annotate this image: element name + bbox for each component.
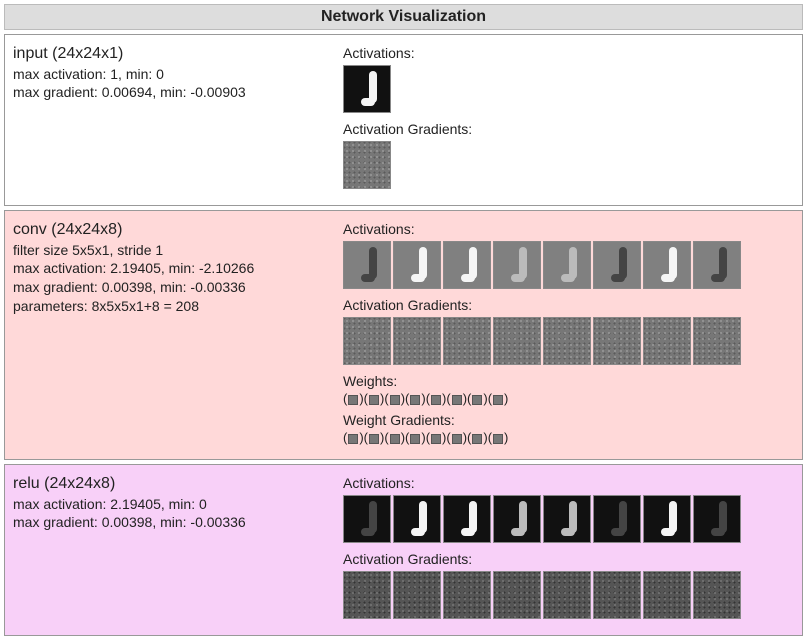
activation-thumb[interactable] [543, 241, 591, 289]
layer-conv: conv (24x24x8) filter size 5x5x1, stride… [4, 210, 803, 460]
weight-chip[interactable] [410, 395, 420, 405]
weight-chip[interactable] [431, 395, 441, 405]
layer-conv-title: conv (24x24x8) [13, 219, 333, 241]
weight-chip[interactable] [472, 395, 482, 405]
layer-input: input (24x24x1) max activation: 1, min: … [4, 34, 803, 206]
gradient-thumb[interactable] [593, 317, 641, 365]
weights-label: Weights: [343, 373, 794, 389]
gradient-thumb[interactable] [343, 317, 391, 365]
layer-relu-info: relu (24x24x8) max activation: 2.19405, … [13, 473, 333, 627]
relu-activations-row [343, 495, 794, 543]
gradient-thumb[interactable] [343, 141, 391, 189]
activations-label: Activations: [343, 45, 794, 61]
activation-gradients-label: Activation Gradients: [343, 297, 794, 313]
layer-relu-activation-range: max activation: 2.19405, min: 0 [13, 495, 333, 514]
activation-thumb[interactable] [693, 241, 741, 289]
layer-conv-activation-range: max activation: 2.19405, min: -2.10266 [13, 259, 333, 278]
activations-label: Activations: [343, 221, 794, 237]
gradient-thumb[interactable] [343, 571, 391, 619]
layer-input-title: input (24x24x1) [13, 43, 333, 65]
layer-relu-gradient-range: max gradient: 0.00398, min: -0.00336 [13, 513, 333, 532]
weight-grad-chip[interactable] [431, 434, 441, 444]
layer-conv-filter: filter size 5x5x1, stride 1 [13, 241, 333, 260]
gradient-thumb[interactable] [693, 571, 741, 619]
activation-thumb[interactable] [343, 241, 391, 289]
gradient-thumb[interactable] [493, 571, 541, 619]
conv-weight-grads-row: ()()()()()()()() [343, 430, 794, 445]
weight-grad-chip[interactable] [348, 434, 358, 444]
gradient-thumb[interactable] [643, 571, 691, 619]
relu-gradients-row [343, 571, 794, 619]
gradient-thumb[interactable] [643, 317, 691, 365]
gradient-thumb[interactable] [393, 317, 441, 365]
conv-activations-row [343, 241, 794, 289]
activation-thumb[interactable] [343, 495, 391, 543]
gradient-thumb[interactable] [443, 317, 491, 365]
weight-gradients-label: Weight Gradients: [343, 412, 794, 428]
layer-input-viz: Activations: Activation Gradients: [343, 43, 794, 197]
layer-relu: relu (24x24x8) max activation: 2.19405, … [4, 464, 803, 636]
layer-conv-info: conv (24x24x8) filter size 5x5x1, stride… [13, 219, 333, 451]
input-activations-row [343, 65, 794, 113]
layer-input-activation-range: max activation: 1, min: 0 [13, 65, 333, 84]
activation-thumb[interactable] [693, 495, 741, 543]
activations-label: Activations: [343, 475, 794, 491]
gradient-thumb[interactable] [493, 317, 541, 365]
activation-thumb[interactable] [343, 65, 391, 113]
layer-input-info: input (24x24x1) max activation: 1, min: … [13, 43, 333, 197]
activation-thumb[interactable] [493, 241, 541, 289]
layer-conv-gradient-range: max gradient: 0.00398, min: -0.00336 [13, 278, 333, 297]
activation-thumb[interactable] [593, 241, 641, 289]
weight-grad-chip[interactable] [452, 434, 462, 444]
gradient-thumb[interactable] [693, 317, 741, 365]
gradient-thumb[interactable] [443, 571, 491, 619]
weight-grad-chip[interactable] [369, 434, 379, 444]
weight-chip[interactable] [390, 395, 400, 405]
layer-input-gradient-range: max gradient: 0.00694, min: -0.00903 [13, 83, 333, 102]
conv-weights-row: ()()()()()()()() [343, 391, 794, 406]
activation-gradients-label: Activation Gradients: [343, 551, 794, 567]
weight-grad-chip[interactable] [472, 434, 482, 444]
layer-relu-title: relu (24x24x8) [13, 473, 333, 495]
page-title: Network Visualization [4, 4, 803, 30]
conv-gradients-row [343, 317, 794, 365]
gradient-thumb[interactable] [593, 571, 641, 619]
weight-chip[interactable] [452, 395, 462, 405]
activation-thumb[interactable] [393, 241, 441, 289]
weight-chip[interactable] [348, 395, 358, 405]
weight-chip[interactable] [369, 395, 379, 405]
activation-thumb[interactable] [493, 495, 541, 543]
activation-gradients-label: Activation Gradients: [343, 121, 794, 137]
layer-conv-params: parameters: 8x5x5x1+8 = 208 [13, 297, 333, 316]
activation-thumb[interactable] [543, 495, 591, 543]
gradient-thumb[interactable] [393, 571, 441, 619]
weight-grad-chip[interactable] [493, 434, 503, 444]
activation-thumb[interactable] [643, 241, 691, 289]
layer-conv-viz: Activations: Activation Gradients: Weigh… [343, 219, 794, 451]
layer-relu-viz: Activations: Activation Gradients: [343, 473, 794, 627]
weight-grad-chip[interactable] [390, 434, 400, 444]
gradient-thumb[interactable] [543, 317, 591, 365]
weight-chip[interactable] [493, 395, 503, 405]
activation-thumb[interactable] [643, 495, 691, 543]
activation-thumb[interactable] [393, 495, 441, 543]
activation-thumb[interactable] [593, 495, 641, 543]
gradient-thumb[interactable] [543, 571, 591, 619]
activation-thumb[interactable] [443, 495, 491, 543]
activation-thumb[interactable] [443, 241, 491, 289]
weight-grad-chip[interactable] [410, 434, 420, 444]
input-gradients-row [343, 141, 794, 189]
